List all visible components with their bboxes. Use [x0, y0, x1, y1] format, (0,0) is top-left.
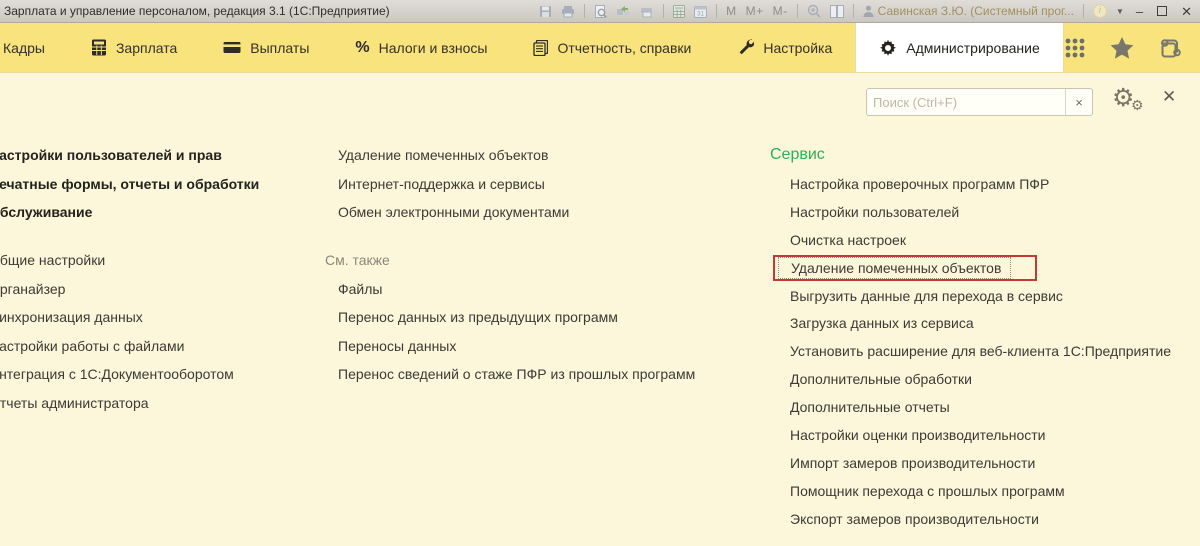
calculator-icon: [91, 39, 107, 56]
command-link[interactable]: Дополнительные отчеты: [770, 393, 1171, 421]
print-preview-icon[interactable]: [594, 5, 607, 18]
application-window: Зарплата и управление персоналом, редакц…: [0, 0, 1200, 546]
tab-vyplaty[interactable]: Выплаты: [200, 23, 332, 72]
calendar-icon[interactable]: 31: [694, 5, 707, 18]
print-page-icon[interactable]: [640, 5, 654, 18]
maximize-button[interactable]: [1157, 6, 1167, 16]
username-label: Савинская З.Ю. (Системный прог...: [878, 4, 1074, 18]
settings-gears-icon[interactable]: ⚙⚙: [1112, 85, 1148, 117]
command-link[interactable]: Интернет-поддержка и сервисы: [325, 170, 695, 199]
command-link[interactable]: Файлы: [325, 274, 695, 303]
command-link[interactable]: Экспорт замеров производительности: [770, 505, 1171, 533]
highlighted-command-row: Удаление помеченных объектов: [770, 254, 1171, 282]
group-link[interactable]: Печатные формы, отчеты и обработки: [0, 170, 259, 199]
tab-nalogi-label: Налоги и взносы: [379, 40, 488, 56]
minimize-button[interactable]: –: [1136, 5, 1143, 18]
tab-nastroyka-label: Настройка: [763, 40, 832, 56]
print-icon[interactable]: [561, 5, 575, 18]
split-view-icon[interactable]: [830, 5, 844, 18]
favorites-star-icon[interactable]: [1110, 36, 1134, 59]
tab-otchetnost-label: Отчетность, справки: [557, 40, 691, 56]
tab-zarplata[interactable]: Зарплата: [68, 23, 200, 72]
command-link[interactable]: Синхронизация данных: [0, 303, 259, 332]
user-icon: [863, 5, 874, 17]
command-link-delete-marked-objects[interactable]: Удаление помеченных объектов: [778, 257, 1011, 279]
search-input[interactable]: [867, 89, 1065, 115]
command-link[interactable]: Отчеты администратора: [0, 389, 259, 418]
command-link[interactable]: Удаление помеченных объектов: [325, 141, 695, 170]
chevron-down-icon[interactable]: ▼: [1116, 7, 1124, 16]
command-link[interactable]: Помощник перехода с прошлых программ: [770, 477, 1171, 505]
info-icon[interactable]: i: [1093, 4, 1107, 18]
tab-vyplaty-label: Выплаты: [250, 40, 309, 56]
tab-kadry-label: Кадры: [3, 40, 45, 56]
command-link[interactable]: Интеграция с 1С:Документооборотом: [0, 360, 259, 389]
current-user[interactable]: Савинская З.Ю. (Системный прог...: [863, 4, 1074, 18]
command-link[interactable]: Импорт замеров производительности: [770, 449, 1171, 477]
zoom-in-icon[interactable]: [807, 4, 821, 18]
group-link[interactable]: Обслуживание: [0, 198, 259, 227]
report-icon: [533, 40, 548, 56]
command-link[interactable]: Органайзер: [0, 274, 259, 303]
percent-icon: %: [355, 39, 369, 57]
all-functions-grid-icon[interactable]: [1064, 37, 1086, 59]
command-link[interactable]: Выгрузить данные для перехода в сервис: [770, 282, 1171, 310]
history-scroll-icon[interactable]: [1158, 37, 1181, 59]
column-operations: Удаление помеченных объектов Интернет-по…: [325, 141, 695, 389]
save-icon[interactable]: [539, 5, 552, 18]
calculator-tool-icon[interactable]: [673, 5, 685, 18]
column-settings: Настройки пользователей и прав Печатные …: [0, 141, 259, 417]
memory-plus-button[interactable]: М+: [746, 4, 764, 18]
service-section-header: Сервис: [770, 140, 1171, 170]
command-link[interactable]: Переносы данных: [325, 332, 695, 361]
command-link[interactable]: Перенос данных из предыдущих программ: [325, 303, 695, 332]
red-highlight-box: Удаление помеченных объектов: [773, 255, 1037, 281]
tab-administrirovanie[interactable]: Администрирование: [855, 23, 1064, 72]
card-icon: [223, 41, 241, 54]
administration-panel: × ⚙⚙ ✕ Настройки пользователей и прав Пе…: [0, 73, 1200, 546]
panel-close-icon[interactable]: ✕: [1162, 87, 1176, 107]
search-clear-button[interactable]: ×: [1065, 89, 1092, 115]
command-link[interactable]: Дополнительные обработки: [770, 365, 1171, 393]
tab-kadry[interactable]: Кадры: [0, 23, 68, 72]
tab-otchetnost[interactable]: Отчетность, справки: [510, 23, 714, 72]
command-link[interactable]: Настройки оценки производительности: [770, 421, 1171, 449]
gear-icon: [879, 39, 897, 57]
command-link[interactable]: Настройки пользователей: [770, 198, 1171, 226]
send-icon[interactable]: [616, 5, 631, 18]
wrench-icon: [737, 39, 754, 56]
search-box: ×: [866, 88, 1093, 116]
title-bar: Зарплата и управление персоналом, редакц…: [0, 0, 1200, 23]
see-also-header: См. также: [325, 246, 695, 275]
command-link[interactable]: Общие настройки: [0, 246, 259, 275]
tab-nastroyka[interactable]: Настройка: [714, 23, 855, 72]
command-link[interactable]: Загрузка данных из сервиса: [770, 309, 1171, 337]
command-link[interactable]: Обмен электронными документами: [325, 198, 695, 227]
svg-text:31: 31: [697, 11, 704, 17]
command-link[interactable]: Настройки работы с файлами: [0, 332, 259, 361]
window-title: Зарплата и управление персоналом, редакц…: [0, 4, 390, 18]
tab-administrirovanie-label: Администрирование: [906, 40, 1040, 56]
close-window-button[interactable]: ✕: [1181, 5, 1192, 18]
command-link[interactable]: Настройка проверочных программ ПФР: [770, 170, 1171, 198]
column-service: Сервис Настройка проверочных программ ПФ…: [770, 140, 1171, 533]
memory-recall-button[interactable]: М: [726, 4, 737, 18]
tab-nalogi[interactable]: % Налоги и взносы: [332, 23, 510, 72]
command-link[interactable]: Перенос сведений о стаже ПФР из прошлых …: [325, 360, 695, 389]
command-link[interactable]: Очистка настроек: [770, 226, 1171, 254]
group-link[interactable]: Настройки пользователей и прав: [0, 141, 259, 170]
command-link[interactable]: Установить расширение для веб-клиента 1С…: [770, 337, 1171, 365]
memory-minus-button[interactable]: М-: [773, 4, 788, 18]
tab-zarplata-label: Зарплата: [116, 40, 177, 56]
section-menu-bar: Кадры Зарплата Выплаты % Налоги и взносы…: [0, 23, 1200, 73]
